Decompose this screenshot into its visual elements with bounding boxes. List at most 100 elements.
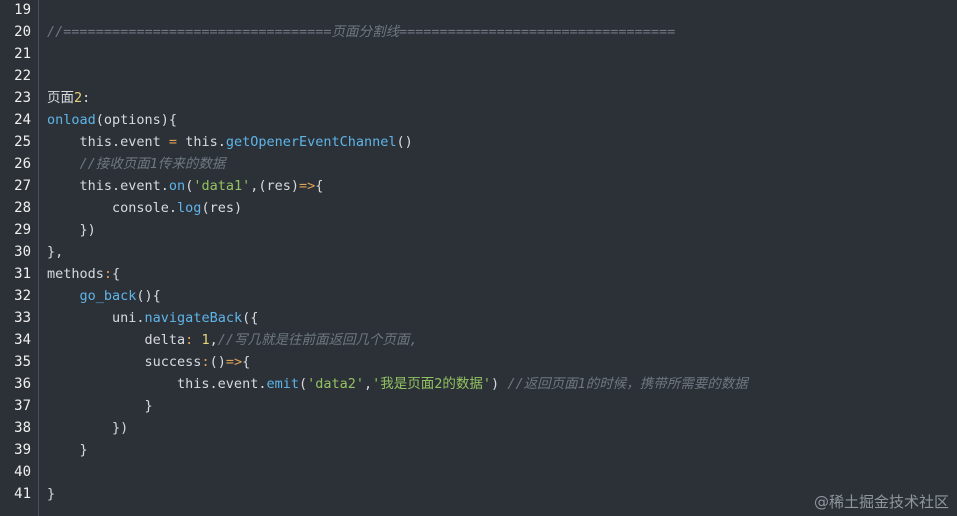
code-line[interactable]: 33 uni.navigateBack({ — [0, 307, 957, 329]
code-text: this.event = this.getOpenerEventChannel(… — [47, 131, 413, 153]
code-token: 'data2' — [307, 376, 365, 392]
code-text: delta: 1,//写几就是往前面返回几个页面, — [47, 329, 418, 351]
code-token: ) — [491, 376, 508, 392]
code-line[interactable]: 31 methods:{ — [0, 263, 957, 285]
code-token: 'data1' — [193, 178, 251, 194]
line-number: 20 — [14, 24, 31, 40]
line-number: 30 — [14, 244, 31, 260]
code-line[interactable]: 21 — [0, 43, 957, 65]
code-token: : — [103, 266, 113, 282]
code-token: => — [225, 354, 243, 370]
code-token: log — [177, 200, 202, 216]
code-token: (){ — [136, 288, 161, 304]
line-number: 33 — [14, 310, 31, 326]
code-token: } — [47, 398, 153, 414]
code-line[interactable]: 19 — [0, 0, 957, 21]
code-token: navigateBack — [144, 310, 243, 326]
code-token: //返回页面1的时候，携带所需要的数据 — [507, 376, 748, 392]
code-text: //=================================页面分割线… — [47, 21, 675, 43]
code-token: { — [112, 266, 121, 282]
code-text: }, — [47, 241, 63, 263]
code-line[interactable]: 30}, — [0, 241, 957, 263]
code-line[interactable]: 36 this.event.emit('data2','我是页面2的数据') /… — [0, 373, 957, 395]
code-token: ({ — [242, 310, 259, 326]
code-line[interactable]: 28 console.log(res) — [0, 197, 957, 219]
code-token: uni. — [47, 310, 145, 326]
code-line[interactable]: 40 — [0, 461, 957, 483]
code-line[interactable]: 24 onload(options){ — [0, 109, 957, 131]
code-token: this.event — [47, 134, 169, 150]
code-line[interactable]: 25 this.event = this.getOpenerEventChann… — [0, 131, 957, 153]
watermark: @稀土掘金技术社区 — [813, 493, 949, 511]
line-number: 32 — [14, 288, 31, 304]
code-token: 1 — [201, 332, 210, 348]
code-line[interactable]: 26 //接收页面1传来的数据 — [0, 153, 957, 175]
code-line[interactable]: 27 this.event.on('data1',(res)=>{ — [0, 175, 957, 197]
code-token: } — [47, 442, 88, 458]
code-text: this.event.on('data1',(res)=>{ — [47, 175, 324, 197]
code-token: }) — [47, 222, 96, 238]
code-text: success:()=>{ — [47, 351, 251, 373]
code-token: } — [47, 486, 56, 502]
code-token: () — [396, 134, 413, 150]
code-token: this. — [177, 134, 226, 150]
code-text: onload(options){ — [47, 109, 177, 131]
code-line[interactable]: 37 } — [0, 395, 957, 417]
code-text: this.event.emit('data2','我是页面2的数据') //返回… — [47, 373, 748, 395]
line-number: 26 — [14, 156, 31, 172]
code-token: success — [47, 354, 202, 370]
code-token: }, — [47, 244, 64, 260]
code-token: go_back — [79, 288, 137, 304]
line-number: 23 — [14, 90, 31, 106]
code-text: }) — [47, 219, 96, 241]
code-line[interactable]: 34 delta: 1,//写几就是往前面返回几个页面, — [0, 329, 957, 351]
line-number: 35 — [14, 354, 31, 370]
code-token: = — [168, 134, 178, 150]
code-token: => — [299, 178, 316, 194]
code-line[interactable]: 35 success:()=>{ — [0, 351, 957, 373]
code-line[interactable]: 29 }) — [0, 219, 957, 241]
line-number: 24 — [14, 112, 31, 128]
line-number: 41 — [14, 486, 31, 502]
code-token: //=================================页面分割线… — [47, 24, 676, 40]
code-token: getOpenerEventChannel — [225, 134, 397, 150]
line-number: 40 — [14, 464, 31, 480]
code-token: (res) — [201, 200, 243, 216]
code-token: 2 — [74, 90, 83, 106]
code-token: : — [82, 90, 91, 106]
code-token: { — [242, 354, 251, 370]
line-number: 31 — [14, 266, 31, 282]
code-token: delta — [47, 332, 186, 348]
line-number: 39 — [14, 442, 31, 458]
line-number: 21 — [14, 46, 31, 62]
code-line[interactable]: 32 go_back(){ — [0, 285, 957, 307]
code-line[interactable]: 22 — [0, 65, 957, 87]
line-number: 19 — [14, 2, 31, 18]
code-token: //写几就是往前面返回几个页面, — [217, 332, 418, 348]
line-number: 27 — [14, 178, 31, 194]
code-editor[interactable]: 19 20 //=================================页… — [0, 0, 957, 516]
code-token: () — [209, 354, 226, 370]
code-text: } — [47, 439, 88, 461]
code-token: , — [364, 376, 373, 392]
code-token: this.event. — [47, 178, 169, 194]
line-number: 25 — [14, 134, 31, 150]
code-line[interactable]: 20 //=================================页面分… — [0, 21, 957, 43]
code-token: }) — [47, 420, 129, 436]
code-lines[interactable]: 19 20 //=================================页… — [0, 0, 957, 505]
code-text: //接收页面1传来的数据 — [47, 153, 226, 175]
code-text: 页面2: — [47, 87, 90, 109]
line-number: 34 — [14, 332, 31, 348]
code-text: methods:{ — [47, 263, 120, 285]
code-token: , — [209, 332, 218, 348]
code-token: emit — [266, 376, 299, 392]
code-line[interactable]: 23 页面2: — [0, 87, 957, 109]
code-token: this.event. — [47, 376, 267, 392]
code-token: ,(res) — [250, 178, 300, 194]
line-number: 36 — [14, 376, 31, 392]
code-line[interactable]: 38 }) — [0, 417, 957, 439]
line-number: 37 — [14, 398, 31, 414]
code-line[interactable]: 39 } — [0, 439, 957, 461]
